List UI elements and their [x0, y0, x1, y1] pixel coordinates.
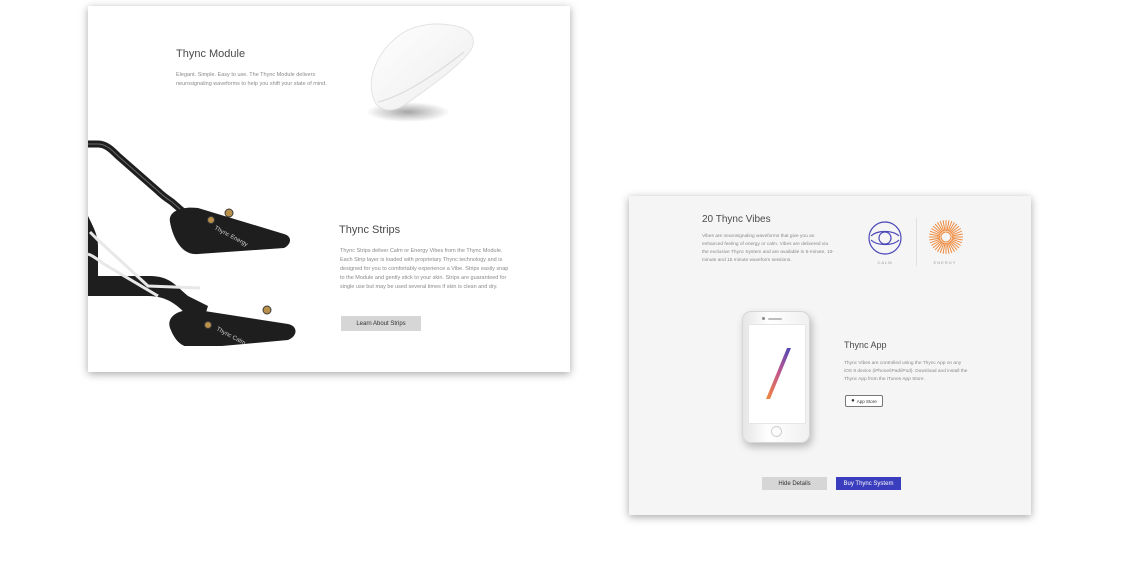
energy-snap-2: [207, 216, 215, 224]
energy-core: [940, 231, 952, 243]
calm-vibe-icon: [868, 221, 902, 255]
energy-label: ENERGY: [933, 260, 957, 265]
phone-camera: [762, 317, 765, 320]
strips-title: Thync Strips: [339, 224, 401, 236]
module-description: Elegant. Simple. Easy to use. The Thync …: [176, 72, 327, 87]
app-store-label: App Store: [856, 398, 877, 404]
calm-label: CALM: [877, 260, 893, 265]
module-title: Thync Module: [176, 48, 246, 60]
vibes-divider: [916, 218, 917, 266]
app-description: Thync Vibes are controlled using the Thy…: [844, 361, 968, 382]
energy-vibe-icon: [929, 220, 963, 254]
phone-home-button: [771, 426, 782, 437]
thync-app-logo-slash: [766, 348, 791, 399]
hide-details-button[interactable]: Hide Details: [762, 477, 827, 490]
phone-speaker: [768, 318, 782, 320]
strips-description: Thync Strips deliver Calm or Energy Vibe…: [340, 248, 509, 290]
learn-about-strips-button[interactable]: Learn About Strips: [341, 316, 421, 331]
calm-snap-1: [262, 305, 272, 315]
iphone-image: [742, 311, 810, 443]
app-title: Thync App: [844, 340, 887, 350]
vibes-title: 20 Thync Vibes: [702, 214, 771, 225]
thync-strips-image: Thync Energy Thync Calm: [88, 140, 296, 346]
vibes-description: Vibes are neurosignaling waveforms that …: [702, 234, 834, 263]
apple-icon: ●: [851, 398, 855, 404]
thync-module-strips-panel: Thync Module Elegant. Simple. Easy to us…: [88, 6, 570, 372]
energy-snap-1: [224, 208, 234, 218]
app-store-badge[interactable]: ● App Store: [845, 395, 883, 407]
calm-snap-2: [204, 321, 212, 329]
phone-screen: [748, 324, 806, 424]
thync-vibes-app-panel: 20 Thync Vibes Vibes are neurosignaling …: [629, 196, 1031, 515]
buy-thync-system-button[interactable]: Buy Thync System: [836, 477, 901, 490]
thync-module-image: [366, 23, 474, 122]
